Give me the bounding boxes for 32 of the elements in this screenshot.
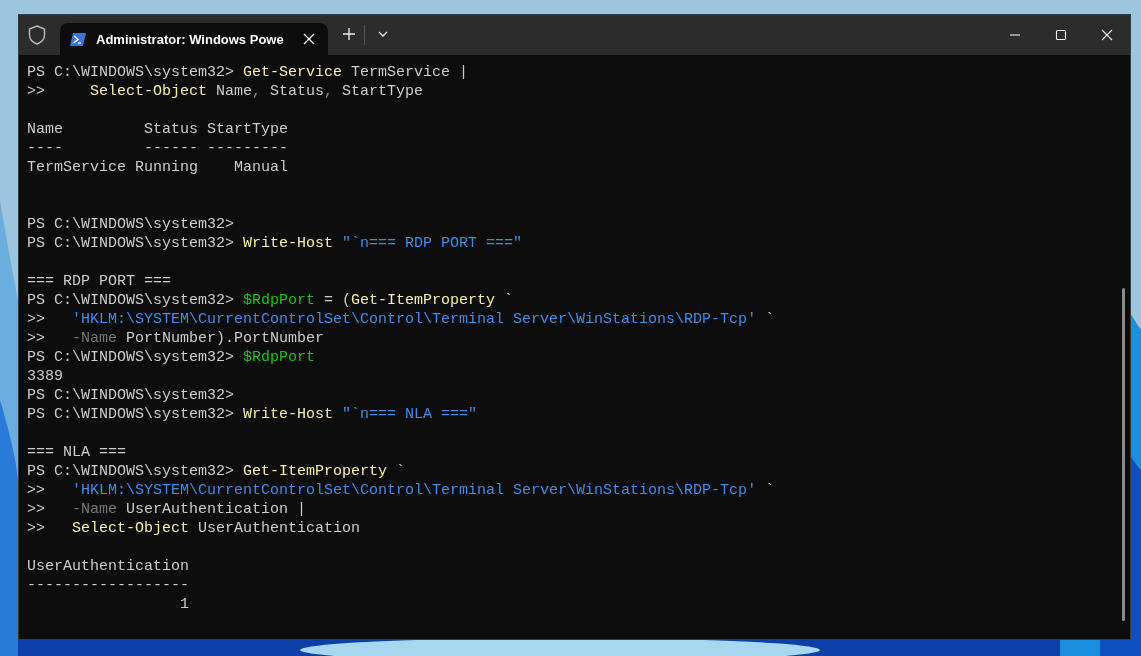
scrollbar[interactable]: [1122, 288, 1125, 621]
terminal-line: PS C:\WINDOWS\system32>: [27, 215, 235, 234]
maximize-icon: [1055, 29, 1067, 41]
powershell-icon: [70, 32, 86, 46]
terminal-line: Name Status StartType: [27, 120, 289, 139]
terminal-line: === RDP PORT ===: [27, 272, 172, 291]
terminal-line: >> Select-Object UserAuthentication: [27, 519, 361, 538]
terminal-line: ------------------: [27, 576, 190, 595]
terminal-line: >> -Name UserAuthentication |: [27, 500, 307, 519]
terminal-line: === NLA ===: [27, 443, 127, 462]
terminal-line: >> 'HKLM:\SYSTEM\CurrentControlSet\Control\Terminal Server\WinStations\RDP-Tcp' `: [27, 481, 775, 500]
terminal-line: PS C:\WINDOWS\system32> Get-Service TermService |: [27, 63, 469, 82]
terminal-line: TermService Running Manual: [27, 158, 289, 177]
shield-icon: [28, 25, 46, 45]
terminal-line: PS C:\WINDOWS\system32> $RdpPort = (Get-ItemProperty `: [27, 291, 514, 310]
terminal-line: >> 'HKLM:\SYSTEM\CurrentControlSet\Control\Terminal Server\WinStations\RDP-Tcp' `: [27, 310, 775, 329]
tab[interactable]: Administrator: Windows Powe: [60, 23, 328, 55]
terminal-line: 3389: [27, 367, 63, 386]
dropdown-icon[interactable]: [376, 30, 389, 38]
terminal-line: PS C:\WINDOWS\system32> Write-Host "`n=== NLA ===": [27, 405, 478, 424]
terminal-line: PS C:\WINDOWS\system32> Write-Host "`n=== RDP PORT ===": [27, 234, 523, 253]
terminal-line: 1: [179, 595, 190, 614]
close-icon[interactable]: [301, 32, 316, 46]
terminal-line: >> Select-Object Name, Status, StartType: [27, 82, 424, 101]
terminal-line: PS C:\WINDOWS\system32>: [27, 386, 235, 405]
terminal-line: PS C:\WINDOWS\system32> $RdpPort: [27, 348, 316, 367]
new-tab-icon[interactable]: [341, 27, 356, 41]
terminal-line: UserAuthentication: [27, 557, 190, 576]
terminal-line: >> -Name PortNumber).PortNumber: [27, 329, 325, 348]
terminal-line: ---- ------ ---------: [27, 139, 289, 158]
close-icon: [1101, 29, 1113, 41]
terminal-line: PS C:\WINDOWS\system32> Get-ItemProperty `: [27, 462, 406, 481]
